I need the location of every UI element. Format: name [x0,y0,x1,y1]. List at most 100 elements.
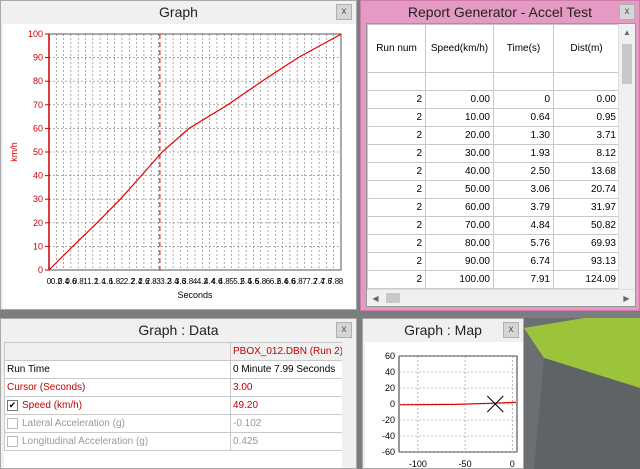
table-cell[interactable]: 2 [367,234,426,253]
table-cell[interactable] [367,72,426,91]
table-cell[interactable]: 1.93 [493,144,554,163]
data-row-label-cell: Run Time [4,360,231,379]
column-header-dist[interactable]: Dist(m) [553,24,620,73]
table-cell[interactable]: 3.79 [493,198,554,217]
table-cell[interactable]: 2 [367,270,426,289]
table-cell[interactable]: 0.00 [553,90,620,109]
report-titlebar[interactable]: Report Generator - Accel Test x [361,1,639,23]
table-cell[interactable]: 2 [367,216,426,235]
channel-checkbox[interactable]: ✔ [7,399,18,411]
table-cell[interactable]: 0.00 [425,90,494,109]
table-cell[interactable]: 5.76 [493,234,554,253]
table-cell[interactable]: 90.00 [425,252,494,271]
table-cell[interactable]: 100.00 [425,270,494,289]
data-vertical-scrollbar[interactable] [342,342,356,468]
data-row[interactable]: ✔ Speed (km/h) 49.20 [4,396,343,415]
data-row[interactable]: Lateral Acceleration (g) -0.102 [4,414,343,433]
table-cell[interactable]: 2 [367,144,426,163]
data-row[interactable]: Cursor (Seconds) 3.00 [4,378,343,397]
table-cell[interactable]: 0 [493,90,554,109]
table-cell[interactable]: 2 [367,162,426,181]
table-cell[interactable]: 2 [367,180,426,199]
table-cell[interactable]: 3.71 [553,126,620,145]
report-close-button[interactable]: x [619,4,635,20]
data-titlebar[interactable]: Graph : Data x [1,319,356,341]
table-row[interactable]: 2 30.00 1.93 8.12 [367,144,620,163]
report-hscroll-thumb[interactable] [386,293,400,303]
table-row[interactable]: 2 60.00 3.79 31.97 [367,198,620,217]
channel-checkbox[interactable] [7,435,18,447]
column-header-time[interactable]: Time(s) [493,24,554,73]
scroll-up-arrow-icon[interactable]: ▲ [619,24,635,41]
table-row[interactable]: 2 70.00 4.84 50.82 [367,216,620,235]
report-horizontal-scrollbar[interactable]: ◀ ▶ [367,289,635,306]
table-cell[interactable]: 31.97 [553,198,620,217]
table-cell[interactable] [425,72,494,91]
data-row[interactable]: Longitudinal Acceleration (g) 0.425 [4,432,343,451]
table-cell[interactable]: 20.74 [553,180,620,199]
map-x-tick-label: 0 [510,459,515,469]
table-cell[interactable] [493,72,554,91]
table-cell[interactable]: 4.84 [493,216,554,235]
scroll-right-arrow-icon[interactable]: ▶ [618,290,635,307]
table-cell[interactable]: 40.00 [425,162,494,181]
y-tick-label: 40 [33,171,43,181]
table-row[interactable]: 2 90.00 6.74 93.13 [367,252,620,271]
map-close-button[interactable]: x [503,322,519,338]
table-cell[interactable]: 2 [367,126,426,145]
table-cell[interactable]: 3.06 [493,180,554,199]
data-row[interactable]: Run Time 0 Minute 7.99 Seconds [4,360,343,379]
table-cell[interactable]: 60.00 [425,198,494,217]
table-cell[interactable]: 7.91 [493,270,554,289]
table-row[interactable]: 2 50.00 3.06 20.74 [367,180,620,199]
report-title: Report Generator - Accel Test [407,4,593,20]
map-svg[interactable]: 60 40 20 0 -20 -40 -60 -100 -50 0 [365,342,523,469]
table-cell[interactable]: 2 [367,252,426,271]
table-cell[interactable]: 124.09 [553,270,620,289]
table-cell[interactable]: 2 [367,90,426,109]
y-tick-label: 20 [33,218,43,228]
table-cell[interactable]: 1.30 [493,126,554,145]
graph-titlebar[interactable]: Graph x [1,1,356,23]
table-cell[interactable]: 6.74 [493,252,554,271]
table-row[interactable] [367,72,620,91]
table-row[interactable]: 2 10.00 0.64 0.95 [367,108,620,127]
table-cell[interactable]: 69.93 [553,234,620,253]
table-cell[interactable]: 2 [367,198,426,217]
table-cell[interactable]: 2 [367,108,426,127]
table-cell[interactable]: 80.00 [425,234,494,253]
table-row[interactable]: 2 40.00 2.50 13.68 [367,162,620,181]
table-cell[interactable]: 50.00 [425,180,494,199]
table-cell[interactable]: 10.00 [425,108,494,127]
report-generator-panel: Report Generator - Accel Test x Run num … [360,0,640,311]
table-cell[interactable]: 0.95 [553,108,620,127]
table-cell[interactable]: 30.00 [425,144,494,163]
table-cell[interactable]: 2.50 [493,162,554,181]
table-cell[interactable]: 0.64 [493,108,554,127]
table-row[interactable]: 2 80.00 5.76 69.93 [367,234,620,253]
column-header-speed[interactable]: Speed(km/h) [425,24,494,73]
table-cell[interactable]: 70.00 [425,216,494,235]
report-vertical-scrollbar[interactable]: ▲ [618,24,635,290]
table-cell[interactable]: 13.68 [553,162,620,181]
table-cell[interactable]: 50.82 [553,216,620,235]
table-cell[interactable]: 93.13 [553,252,620,271]
graph-close-button[interactable]: x [336,4,352,20]
data-close-button[interactable]: x [336,322,352,338]
map-chart[interactable]: 60 40 20 0 -20 -40 -60 -100 -50 0 [365,342,523,469]
speed-chart-svg[interactable]: 0102030405060708090100km/hSeconds0 0.20.4… [3,24,356,309]
table-cell[interactable]: 20.00 [425,126,494,145]
table-cell[interactable]: 8.12 [553,144,620,163]
table-cell[interactable] [553,72,620,91]
table-row[interactable]: 2 100.00 7.91 124.09 [367,270,620,289]
map-x-tick-label: -100 [409,459,427,469]
column-header-run-num[interactable]: Run num [367,24,426,73]
map-titlebar[interactable]: Graph : Map x [363,319,523,341]
table-row[interactable]: 2 20.00 1.30 3.71 [367,126,620,145]
speed-time-chart[interactable]: 0 10 20 30 40 50 60 70 80 90 100 km/h Seconds 0 0.2 0.4… [3,24,356,309]
channel-checkbox[interactable] [7,417,18,429]
report-vscroll-thumb[interactable] [622,44,632,84]
scroll-left-arrow-icon[interactable]: ◀ [367,290,384,307]
table-row[interactable]: 2 0.00 0 0.00 [367,90,620,109]
y-axis-label: km/h [9,142,19,162]
